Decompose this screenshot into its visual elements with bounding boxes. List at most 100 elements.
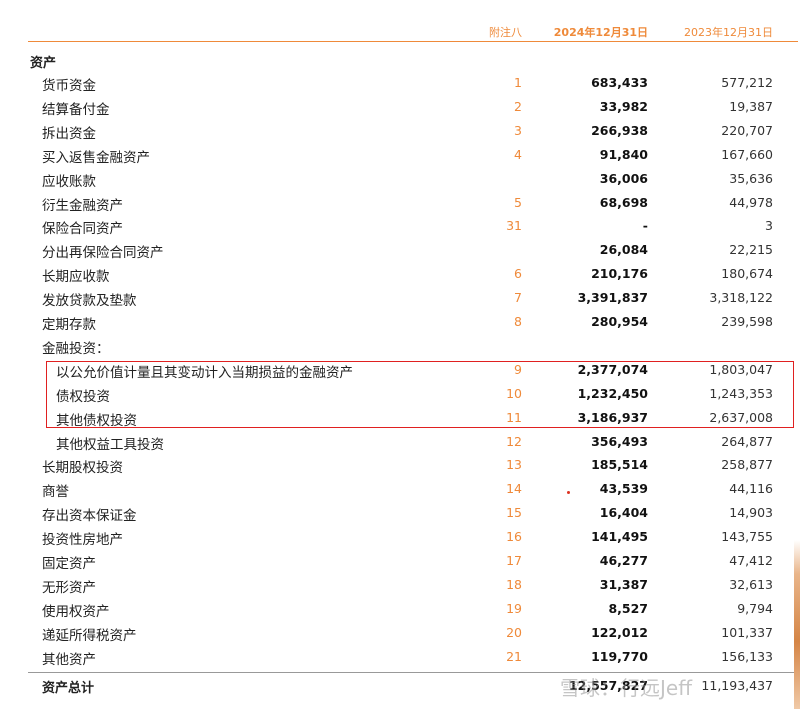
row-value-2023: 180,674 [721, 266, 773, 282]
table-row: 固定资产 17 46,277 47,412 [0, 550, 800, 574]
row-label: 固定资产 [42, 556, 96, 572]
row-value-2023: 44,116 [729, 481, 773, 497]
table-row: 应收账款 36,006 35,636 [0, 168, 800, 192]
row-label: 应收账款 [42, 173, 96, 190]
row-value-2023: 143,755 [721, 529, 773, 545]
row-label: 买入返售金融资产 [42, 149, 150, 166]
row-note: 12 [506, 433, 522, 449]
row-note: 2 [514, 98, 522, 114]
row-value-2024: 3,391,837 [577, 290, 648, 306]
row-label: 保险合同资产 [42, 221, 123, 238]
table-row: 投资性房地产 16 141,495 143,755 [0, 526, 800, 550]
row-value-2024: 185,514 [591, 457, 648, 473]
table-row: 分出再保险合同资产 26,084 22,215 [0, 239, 800, 263]
row-label: 发放贷款及垫款 [42, 293, 137, 310]
total-label: 资产总计 [42, 681, 95, 696]
header-divider [28, 41, 798, 42]
row-note: 6 [514, 266, 522, 282]
row-label: 其他资产 [42, 651, 96, 668]
row-label: 投资性房地产 [42, 532, 123, 549]
row-value-2023: 220,707 [721, 122, 773, 138]
row-value-2024: 356,493 [591, 433, 648, 449]
row-label: 无形资产 [42, 579, 96, 596]
table-row: 金融投资： [0, 335, 800, 359]
row-label: 金融投资： [42, 340, 110, 357]
column-header-2024: 2024年12月31日 [553, 26, 648, 39]
row-label: 定期存款 [42, 317, 96, 333]
table-row: 长期应收款 6 210,176 180,674 [0, 263, 800, 287]
table-row: 结算备付金 2 33,982 19,387 [0, 96, 800, 120]
row-label: 分出再保险合同资产 [42, 245, 164, 262]
table-row: 保险合同资产 31 - 3 [0, 215, 800, 239]
row-note: 19 [506, 600, 522, 616]
row-value-2023: 47,412 [729, 553, 773, 568]
row-label: 其他权益工具投资 [56, 436, 164, 453]
section-title: 资产 [30, 56, 57, 71]
row-value-2023: 258,877 [721, 457, 773, 473]
row-label: 商誉 [42, 484, 69, 501]
table-row: 递延所得税资产 20 122,012 101,337 [0, 622, 800, 646]
table-row: 衍生金融资产 5 68,698 44,978 [0, 192, 800, 216]
row-note: 5 [514, 194, 522, 210]
table-row: 货币资金 1 683,433 577,212 [0, 72, 800, 96]
row-value-2024: 122,012 [591, 624, 648, 640]
table-row: 长期股权投资 13 185,514 258,877 [0, 454, 800, 478]
row-value-2024: 16,404 [599, 505, 648, 521]
row-label: 递延所得税资产 [42, 627, 137, 644]
table-row: 无形资产 18 31,387 32,613 [0, 574, 800, 598]
table-row: 定期存款 8 280,954 239,598 [0, 311, 800, 335]
table-row: 其他权益工具投资 12 356,493 264,877 [0, 431, 800, 455]
row-note: 3 [514, 122, 522, 138]
row-value-2023: 9,794 [737, 600, 773, 616]
row-value-2023: 239,598 [721, 314, 773, 329]
row-note: 13 [506, 457, 522, 473]
row-label: 结算备付金 [42, 101, 110, 118]
row-value-2023: 577,212 [721, 75, 773, 90]
row-value-2023: 264,877 [721, 433, 773, 449]
row-value-2024: - [642, 218, 648, 234]
table-row: 其他资产 21 119,770 156,133 [0, 646, 800, 670]
row-note: 31 [506, 218, 522, 234]
table-row: 买入返售金融资产 4 91,840 167,660 [0, 144, 800, 168]
row-value-2023: 44,978 [729, 194, 773, 210]
row-label: 货币资金 [42, 78, 96, 94]
row-note: 18 [506, 576, 522, 592]
row-value-2024: 33,982 [599, 98, 648, 114]
row-value-2024: 36,006 [599, 170, 648, 186]
row-label: 长期应收款 [42, 269, 110, 286]
row-note: 8 [514, 314, 522, 329]
row-value-2024: 8,527 [608, 600, 648, 616]
page-edge-shadow [794, 540, 800, 709]
row-value-2023: 3 [765, 218, 773, 234]
row-value-2023: 14,903 [729, 505, 773, 521]
row-note: 1 [514, 75, 522, 90]
row-note: 14 [506, 481, 522, 497]
row-label: 长期股权投资 [42, 460, 123, 477]
table-row: 存出资本保证金 15 16,404 14,903 [0, 502, 800, 526]
row-note: 7 [514, 290, 522, 306]
row-note: 16 [506, 529, 522, 545]
row-value-2023: 156,133 [721, 648, 773, 664]
row-value-2023: 3,318,122 [709, 290, 773, 306]
row-value-2024: 141,495 [591, 529, 648, 545]
row-value-2024: 119,770 [591, 648, 648, 664]
row-value-2024: 210,176 [591, 266, 648, 282]
row-value-2023: 101,337 [721, 624, 773, 640]
row-label: 存出资本保证金 [42, 508, 137, 525]
table-row: 拆出资金 3 266,938 220,707 [0, 120, 800, 144]
row-note: 21 [506, 648, 522, 664]
row-value-2024: 68,698 [599, 194, 648, 210]
row-note: 4 [514, 146, 522, 162]
row-value-2024: 43,539 [599, 481, 648, 497]
row-label: 拆出资金 [42, 125, 96, 142]
table-row: 使用权资产 19 8,527 9,794 [0, 598, 800, 622]
row-value-2023: 19,387 [729, 98, 773, 114]
row-note: 17 [506, 553, 522, 568]
row-note: 15 [506, 505, 522, 521]
column-header-note: 附注八 [489, 26, 522, 39]
row-value-2024: 91,840 [599, 146, 648, 162]
row-value-2024: 26,084 [599, 242, 648, 258]
row-value-2024: 46,277 [599, 553, 648, 568]
column-header-2023: 2023年12月31日 [684, 26, 773, 39]
row-value-2024: 280,954 [591, 314, 648, 329]
